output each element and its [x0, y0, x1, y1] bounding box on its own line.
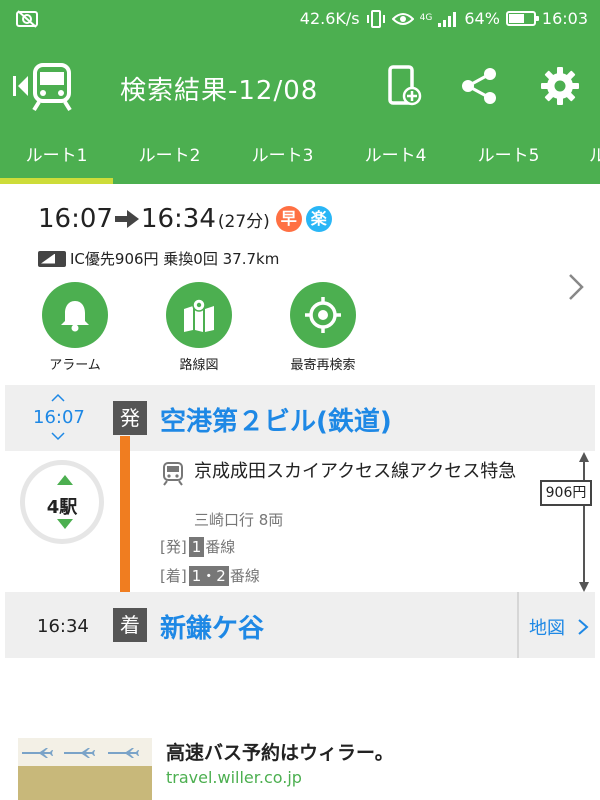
train-direction: 三崎口行 8両 — [194, 511, 284, 529]
crosshair-icon — [290, 282, 356, 348]
route-times: 16:07 16:34 (27分) 早 楽 — [38, 204, 332, 234]
platform-arr-suffix: 番線 — [229, 567, 260, 585]
platform-dep-prefix: [発] — [160, 538, 187, 556]
chevron-right-icon[interactable] — [566, 272, 586, 302]
arrival-row[interactable]: 16:34 着 新鎌ケ谷 地図 — [5, 592, 595, 658]
stop-count[interactable]: 4駅 — [20, 460, 104, 544]
battery-icon — [505, 11, 539, 26]
badge-fast: 早 — [275, 206, 302, 232]
route-map-label: 路線図 — [179, 358, 219, 373]
platform-arr-prefix: [着] — [160, 567, 187, 585]
arrive-tag: 着 — [113, 608, 147, 642]
route-tabs: ルート1 ルート2 ルート3 ルート4 ルート5 ル — [0, 136, 600, 184]
back-train-icon[interactable] — [10, 62, 74, 112]
alarm-label: アラーム — [49, 358, 101, 373]
eye-icon — [391, 12, 414, 25]
alarm-button[interactable]: アラーム — [38, 282, 112, 373]
platform-arr-number: 1・2 — [188, 565, 229, 586]
map-pin-icon — [166, 282, 232, 348]
route-summary[interactable]: 16:07 16:34 (27分) 早 楽 IC優先906円 乗換0回 37.7… — [0, 184, 600, 384]
ad-title[interactable]: 高速バス予約はウィラー。 — [166, 738, 394, 765]
phone-add-icon[interactable] — [382, 64, 426, 108]
depart-time: 16:07 — [38, 204, 113, 234]
chevron-right-icon — [578, 619, 589, 635]
platform-dep-suffix: 番線 — [205, 538, 236, 556]
fare-range-arrow-icon — [579, 452, 589, 592]
tab-route-6[interactable]: ル — [565, 136, 600, 184]
route-info-text: IC優先906円 乗換0回 37.7km — [70, 250, 280, 268]
nearest-search-button[interactable]: 最寄再検索 — [286, 282, 360, 373]
platform-departure: [発] 1 番線 — [160, 536, 235, 557]
gear-icon[interactable] — [538, 64, 582, 108]
stop-count-label: 4駅 — [46, 497, 78, 518]
arrive-time: 16:34 — [140, 204, 216, 234]
airplane-icon — [22, 748, 139, 758]
ic-card-icon — [38, 250, 66, 267]
tab-route-5[interactable]: ルート5 — [452, 136, 565, 184]
arrival-station[interactable]: 新鎌ケ谷 — [160, 608, 264, 645]
fare-label: 906円 — [540, 480, 592, 506]
map-button-label: 地図 — [529, 618, 565, 639]
share-icon[interactable] — [458, 64, 502, 108]
tab-route-3[interactable]: ルート3 — [226, 136, 339, 184]
tab-route-2[interactable]: ルート2 — [113, 136, 226, 184]
clock: 16:03 — [541, 9, 588, 28]
train-icon — [163, 462, 183, 486]
app-bar: 検索結果-12/08 — [0, 40, 600, 136]
line-name[interactable]: 京成成田スカイアクセス線アクセス特急 — [194, 460, 534, 484]
page-title: 検索結果-12/08 — [120, 76, 319, 106]
bell-icon — [42, 282, 108, 348]
signal-icon — [438, 11, 457, 27]
expand-up-icon — [57, 475, 73, 485]
platform-dep-number: 1 — [188, 536, 205, 557]
battery-percent: 64% — [464, 9, 500, 28]
departure-row[interactable]: 16:07 発 空港第２ビル(鉄道) — [5, 385, 595, 451]
time-down-caret-icon[interactable] — [50, 431, 66, 441]
time-up-caret-icon[interactable] — [50, 393, 66, 403]
duration: (27分) — [217, 211, 270, 232]
battery-level — [508, 14, 524, 23]
ad-image[interactable] — [18, 738, 152, 800]
action-buttons: アラーム 路線図 最寄再検索 — [38, 282, 360, 373]
expand-down-icon — [57, 519, 73, 529]
network-speed: 42.6K/s — [299, 9, 360, 28]
arrival-time: 16:34 — [37, 616, 89, 637]
vibrate-icon — [366, 9, 385, 28]
image-off-icon — [16, 10, 38, 28]
departure-time: 16:07 — [33, 407, 85, 428]
arrow-right-icon — [114, 210, 139, 228]
nearest-search-label: 最寄再検索 — [290, 358, 356, 373]
tab-route-1[interactable]: ルート1 — [0, 136, 113, 184]
departure-station[interactable]: 空港第２ビル(鉄道) — [160, 401, 392, 438]
ad-banner[interactable]: 高速バス予約はウィラー。 travel.willer.co.jp — [0, 718, 600, 800]
map-button[interactable]: 地図 — [517, 592, 595, 658]
badge-easy: 楽 — [305, 206, 332, 232]
platform-arrival: [着] 1・2 番線 — [160, 565, 260, 586]
route-map-button[interactable]: 路線図 — [162, 282, 236, 373]
ad-url[interactable]: travel.willer.co.jp — [166, 768, 302, 787]
network-type: 4G — [419, 13, 433, 23]
route-info: IC優先906円 乗換0回 37.7km — [38, 248, 279, 269]
status-bar: 42.6K/s 4G 64% 16:03 — [0, 0, 600, 40]
tab-route-4[interactable]: ルート4 — [339, 136, 452, 184]
depart-tag: 発 — [113, 401, 147, 435]
route-line — [120, 436, 130, 608]
